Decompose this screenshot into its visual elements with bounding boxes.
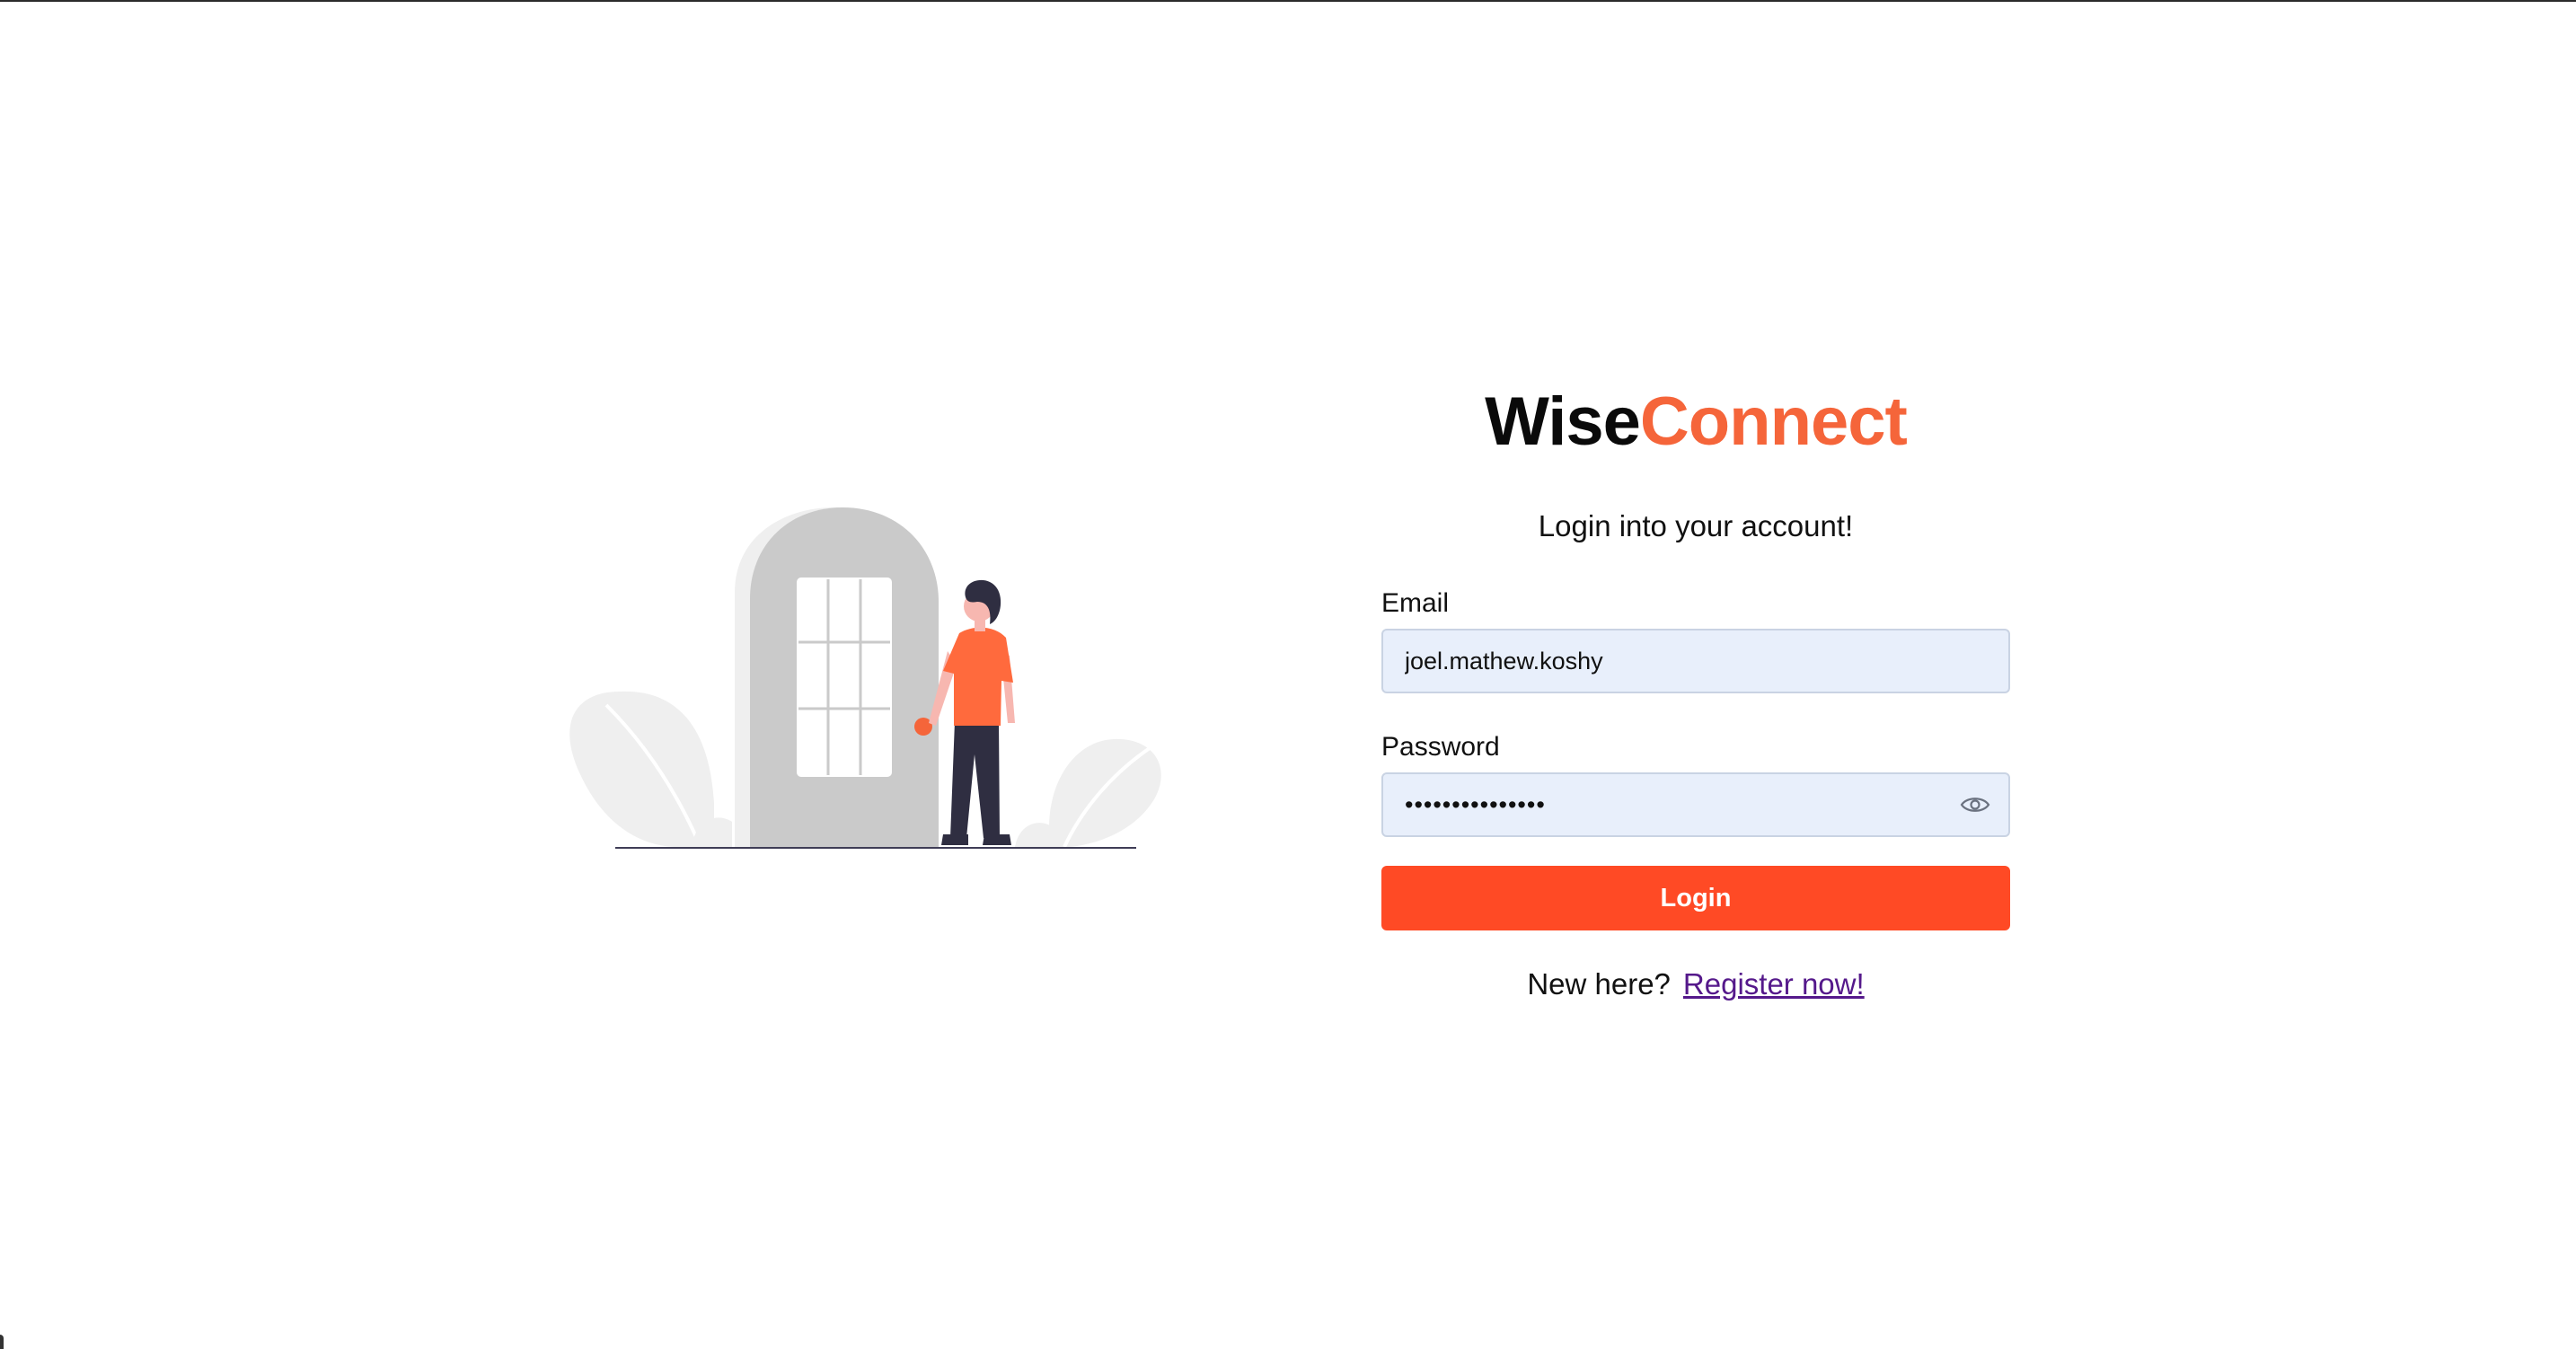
email-field-wrapper — [1381, 629, 2010, 693]
right-leaf-shape — [1049, 738, 1161, 848]
window-top-border — [0, 0, 2576, 2]
brand-wise: Wise — [1485, 384, 1641, 460]
password-label: Password — [1381, 732, 1500, 762]
register-row: New here? Register now! — [1381, 963, 2010, 1006]
door-illustration — [569, 507, 1161, 849]
register-prompt: New here? — [1527, 967, 1671, 1001]
left-leaf-shape — [569, 691, 714, 848]
eye-icon[interactable] — [1960, 793, 1990, 816]
brand-logo: WiseConnect — [1381, 377, 2010, 467]
login-button[interactable]: Login — [1381, 866, 2010, 930]
person-figure — [929, 579, 1015, 845]
door-window — [797, 578, 892, 777]
register-link[interactable]: Register now! — [1683, 967, 1865, 1001]
password-field[interactable] — [1383, 774, 2008, 835]
right-bump-shape — [1015, 823, 1055, 847]
login-subtitle: Login into your account! — [1538, 509, 1854, 542]
window-corner — [0, 1335, 4, 1349]
password-field-wrapper — [1381, 772, 2010, 837]
login-form: WiseConnect Login into your account! Ema… — [1381, 377, 2010, 1006]
brand-connect: Connect — [1639, 384, 1908, 460]
login-page: WiseConnect Login into your account! Ema… — [0, 0, 2576, 1349]
email-field[interactable] — [1383, 630, 2008, 692]
email-label: Email — [1381, 588, 1450, 618]
